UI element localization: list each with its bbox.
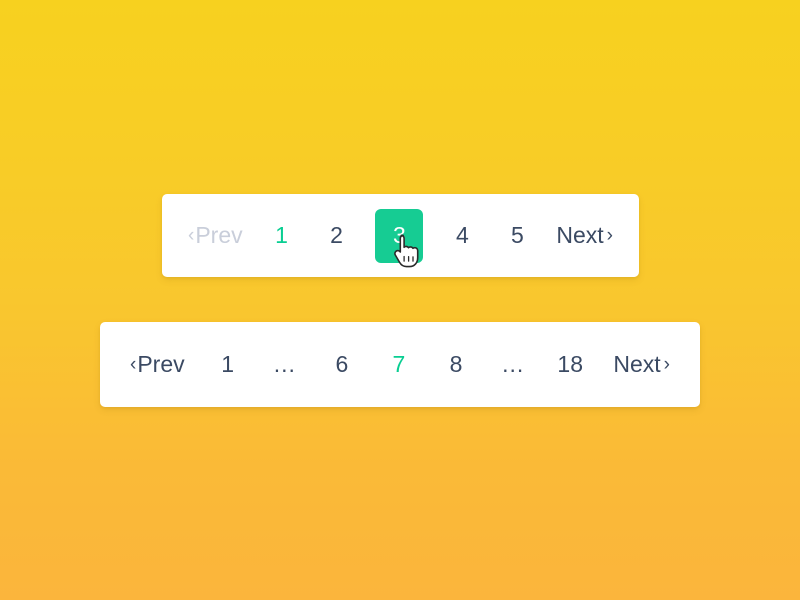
page-button-label: 3 bbox=[393, 222, 406, 248]
page-button-1[interactable]: 1 bbox=[214, 340, 242, 390]
page-button-5[interactable]: 5 bbox=[501, 209, 533, 263]
page-button-label: 7 bbox=[392, 351, 406, 377]
truncated-pagination: ‹ Prev 1 ... 6 7 8 ... 18 Next › bbox=[100, 322, 700, 407]
page-button-label: 8 bbox=[449, 351, 463, 377]
next-button-truncated[interactable]: Next › bbox=[613, 340, 670, 390]
prev-button-label: Prev bbox=[137, 351, 185, 377]
page-ellipsis-end: ... bbox=[499, 340, 527, 390]
page-button-3-active[interactable]: 3 bbox=[375, 208, 424, 263]
canvas: ‹ Prev 1 2 3 4 5 Next › ‹ Prev 1 ... 6 7… bbox=[0, 0, 800, 600]
page-button-8[interactable]: 8 bbox=[442, 340, 470, 390]
page-ellipsis-start: ... bbox=[271, 340, 299, 390]
page-button-label: 6 bbox=[335, 351, 349, 377]
chevron-left-icon: ‹ bbox=[130, 353, 137, 375]
page-button-label: 5 bbox=[510, 222, 524, 248]
chevron-left-icon: ‹ bbox=[188, 224, 195, 246]
page-button-6[interactable]: 6 bbox=[328, 340, 356, 390]
page-button-label: 2 bbox=[330, 222, 343, 248]
next-button-label: Next bbox=[556, 222, 604, 248]
page-button-label: 4 bbox=[455, 222, 469, 248]
next-button-label: Next bbox=[613, 351, 661, 377]
page-button-1[interactable]: 1 bbox=[266, 209, 298, 263]
chevron-right-icon: › bbox=[663, 353, 670, 375]
ellipsis-label: ... bbox=[273, 350, 296, 377]
page-button-label: 1 bbox=[275, 222, 289, 248]
page-button-label: 1 bbox=[221, 351, 235, 377]
prev-button-label: Prev bbox=[195, 222, 243, 248]
page-button-label: 18 bbox=[557, 351, 584, 377]
ellipsis-label: ... bbox=[502, 350, 525, 377]
page-button-4[interactable]: 4 bbox=[446, 209, 478, 263]
page-button-7-current[interactable]: 7 bbox=[385, 340, 413, 390]
prev-button-truncated[interactable]: ‹ Prev bbox=[130, 340, 185, 390]
page-button-2[interactable]: 2 bbox=[321, 209, 353, 263]
page-button-18[interactable]: 18 bbox=[556, 340, 584, 390]
next-button-compact[interactable]: Next › bbox=[556, 209, 613, 263]
compact-pagination: ‹ Prev 1 2 3 4 5 Next › bbox=[162, 194, 639, 277]
prev-button-compact[interactable]: ‹ Prev bbox=[188, 209, 243, 263]
chevron-right-icon: › bbox=[606, 224, 613, 246]
